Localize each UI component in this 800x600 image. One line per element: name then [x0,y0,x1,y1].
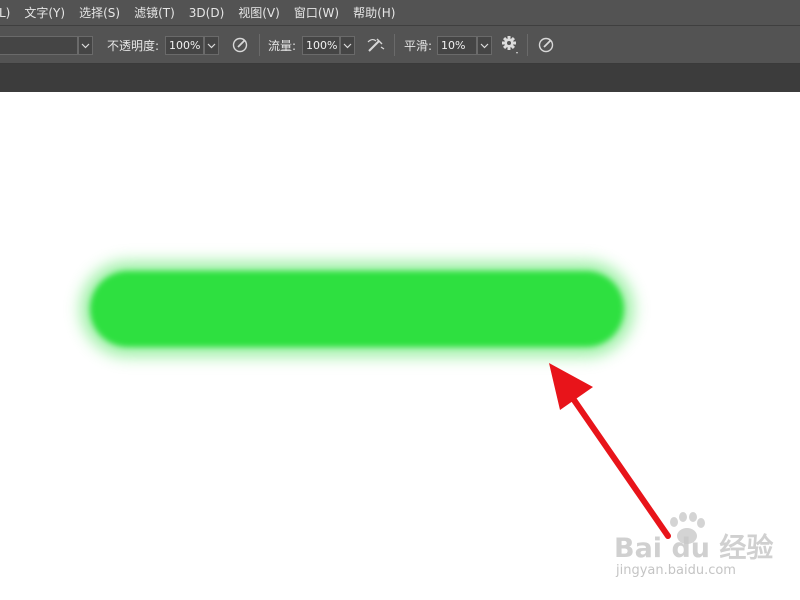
airbrush-icon [367,38,385,52]
menu-bar: L) 文字(Y) 选择(S) 滤镜(T) 3D(D) 视图(V) 窗口(W) 帮… [0,0,800,26]
menu-view[interactable]: 视图(V) [231,0,287,26]
separator [394,34,395,56]
chevron-down-icon [343,43,352,48]
smoothing-input[interactable]: 10% [437,36,477,55]
document-canvas[interactable]: Bai du 经验 jingyan.baidu.com [0,92,800,600]
opacity-dropdown-button[interactable] [204,36,219,55]
menu-help[interactable]: 帮助(H) [346,0,402,26]
menu-window[interactable]: 窗口(W) [287,0,346,26]
flow-label: 流量: [268,38,297,53]
pressure-size-icon [538,37,554,53]
opacity-label: 不透明度: [107,38,160,53]
flow-dropdown-button[interactable] [340,36,355,55]
gear-icon [502,36,518,54]
chevron-down-icon [207,43,216,48]
smoothing-dropdown-button[interactable] [477,36,492,55]
pressure-opacity-button[interactable] [230,35,250,55]
photoshop-window: L) 文字(Y) 选择(S) 滤镜(T) 3D(D) 视图(V) 窗口(W) 帮… [0,0,800,600]
chevron-down-icon [480,43,489,48]
smoothing-settings-button[interactable] [500,35,520,55]
menu-type[interactable]: 文字(Y) [17,0,72,26]
mode-dropdown-button[interactable] [78,36,93,55]
flow-input[interactable]: 100% [302,36,340,55]
opacity-input[interactable]: 100% [165,36,204,55]
smoothing-label: 平滑: [404,38,433,53]
pressure-size-button[interactable] [536,35,556,55]
mode-select[interactable] [0,36,78,55]
menu-3d[interactable]: 3D(D) [182,0,231,26]
baidu-watermark: Bai du 经验 jingyan.baidu.com [614,512,773,582]
chevron-down-icon [81,43,90,48]
document-tab-bar [0,64,800,92]
separator [527,34,528,56]
menu-layer[interactable]: L) [0,0,17,26]
watermark-logo: Bai du 经验 [614,533,774,564]
pressure-opacity-icon [232,37,248,53]
separator [259,34,260,56]
options-bar: 不透明度: 100% 流量: 100% 平滑: 10% [0,26,800,64]
watermark-url: jingyan.baidu.com [616,563,736,578]
menu-select[interactable]: 选择(S) [72,0,127,26]
airbrush-button[interactable] [366,35,386,55]
menu-filter[interactable]: 滤镜(T) [127,0,182,26]
